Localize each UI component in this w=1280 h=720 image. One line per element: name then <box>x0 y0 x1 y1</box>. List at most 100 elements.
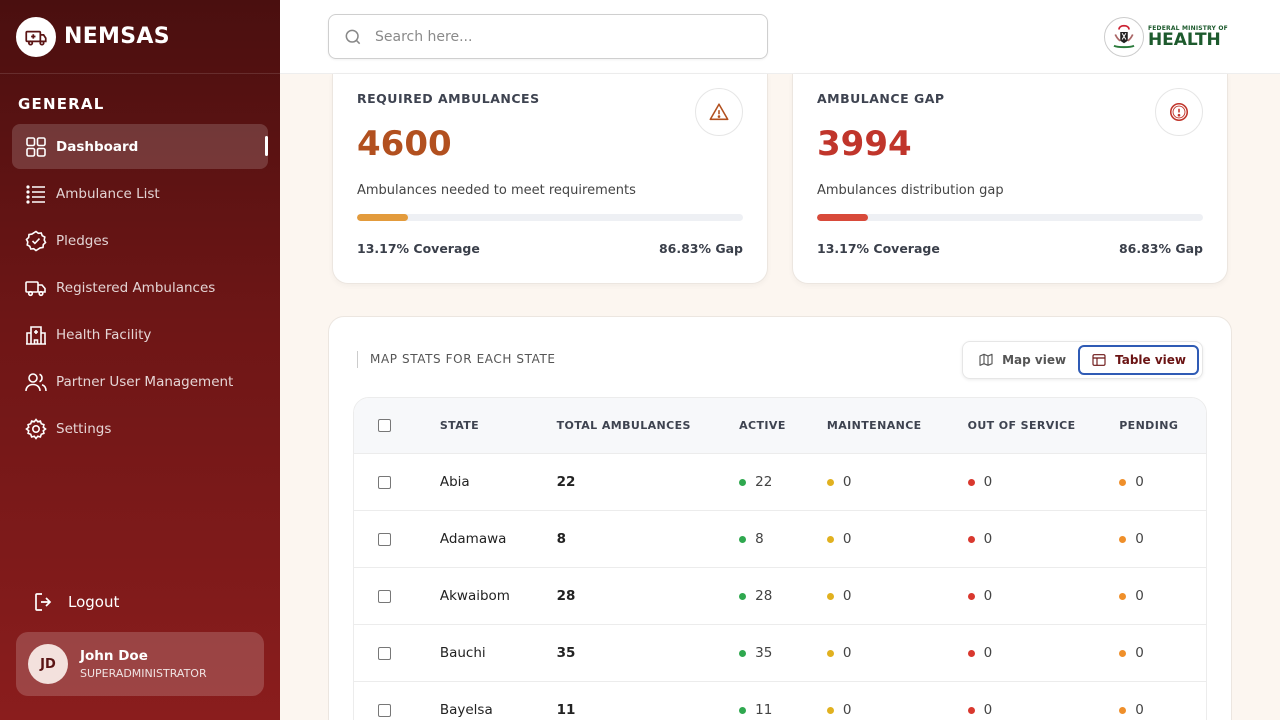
row-checkbox[interactable] <box>378 589 391 603</box>
cell-active: 11 <box>739 702 827 718</box>
state-stats-panel: MAP STATS FOR EACH STATE Map view Table … <box>328 316 1232 720</box>
table-row[interactable]: Bauchi 35 35 0 0 0 <box>354 625 1206 682</box>
column-header-out-of-service[interactable]: OUT OF SERVICE <box>968 419 1120 432</box>
user-role: SUPERADMINISTRATOR <box>80 667 207 680</box>
table-view-button[interactable]: Table view <box>1078 345 1199 375</box>
cell-maintenance: 0 <box>826 645 968 661</box>
sidebar-item-ambulance-list[interactable]: Ambulance List <box>12 171 268 216</box>
state-stats-table: STATE TOTAL AMBULANCES ACTIVE MAINTENANC… <box>353 397 1207 720</box>
sidebar-item-dashboard[interactable]: Dashboard <box>12 124 268 169</box>
cell-active: 8 <box>739 531 827 547</box>
table-icon <box>1092 354 1106 366</box>
status-dot-pending <box>1119 535 1127 543</box>
ministry-name: HEALTH <box>1147 29 1221 50</box>
cell-out-of-service-value: 0 <box>983 588 993 604</box>
grid-icon <box>26 136 46 157</box>
warning-triangle-icon <box>695 88 743 136</box>
status-dot-active <box>739 706 747 714</box>
row-checkbox[interactable] <box>378 646 391 660</box>
cell-pending: 0 <box>1119 474 1206 490</box>
sidebar: NEMSAS GENERAL Dashboard Ambulance List … <box>0 0 280 720</box>
logout-icon <box>35 593 52 611</box>
cell-maintenance: 0 <box>826 474 968 490</box>
sidebar-item-registered-ambulances[interactable]: Registered Ambulances <box>12 265 268 310</box>
search-icon <box>345 29 361 44</box>
alert-circle-icon <box>1155 88 1203 136</box>
brand-name: NEMSAS <box>64 24 170 49</box>
logout-button[interactable]: Logout <box>32 590 119 614</box>
status-dot-pending <box>1119 478 1127 486</box>
cell-maintenance-value: 0 <box>842 474 852 490</box>
sidebar-item-pledges[interactable]: Pledges <box>12 218 268 263</box>
card-value: 4600 <box>357 124 452 164</box>
column-header-active[interactable]: ACTIVE <box>739 419 827 432</box>
cell-maintenance: 0 <box>826 531 968 547</box>
cell-maintenance-value: 0 <box>842 645 852 661</box>
user-name: John Doe <box>80 648 148 664</box>
cell-total: 8 <box>556 531 566 547</box>
select-all-checkbox[interactable] <box>378 419 391 432</box>
search-input[interactable] <box>375 28 755 45</box>
cell-pending-value: 0 <box>1135 645 1144 661</box>
cell-state: Adamawa <box>439 531 507 547</box>
row-checkbox[interactable] <box>378 475 391 489</box>
user-card[interactable]: JD John Doe SUPERADMINISTRATOR <box>16 632 264 696</box>
map-view-button[interactable]: Map view <box>966 345 1078 375</box>
status-dot-active <box>739 478 747 486</box>
cell-out-of-service: 0 <box>967 588 1120 604</box>
cell-active: 28 <box>739 588 827 604</box>
table-row[interactable]: Akwaibom 28 28 0 0 0 <box>354 568 1206 625</box>
gear-icon <box>25 417 47 440</box>
cell-out-of-service-value: 0 <box>983 702 993 718</box>
cell-total: 35 <box>556 645 576 661</box>
status-dot-pending <box>1119 706 1127 714</box>
cell-state: Bayelsa <box>439 702 493 718</box>
column-header-total[interactable]: TOTAL AMBULANCES <box>557 419 740 432</box>
coverage-text: 13.17% Coverage <box>817 241 940 256</box>
cell-out-of-service-value: 0 <box>983 645 993 661</box>
sidebar-nav: Dashboard Ambulance List Pledges Registe… <box>12 124 268 453</box>
sidebar-item-label: Health Facility <box>56 326 152 343</box>
column-header-maintenance[interactable]: MAINTENANCE <box>827 419 968 432</box>
search-bar[interactable] <box>328 14 768 59</box>
cell-maintenance-value: 0 <box>842 702 852 718</box>
sidebar-item-partner-user-management[interactable]: Partner User Management <box>12 359 268 404</box>
row-checkbox[interactable] <box>378 532 391 546</box>
cell-active-value: 35 <box>755 645 773 661</box>
status-dot-pending <box>1119 649 1127 657</box>
status-dot-maintenance <box>826 478 834 486</box>
coverage-text: 13.17% Coverage <box>357 241 480 256</box>
card-label: AMBULANCE GAP <box>817 91 945 106</box>
status-dot-maintenance <box>826 706 834 714</box>
cell-pending-value: 0 <box>1135 588 1144 604</box>
ambulance-gap-card: AMBULANCE GAP 3994 Ambulances distributi… <box>792 74 1228 284</box>
cell-out-of-service: 0 <box>967 645 1120 661</box>
table-row[interactable]: Bayelsa 11 11 0 0 0 <box>354 682 1206 720</box>
coat-of-arms-icon <box>1103 17 1144 57</box>
sidebar-item-label: Dashboard <box>56 138 139 155</box>
cell-active: 35 <box>739 645 827 661</box>
row-checkbox[interactable] <box>378 703 391 717</box>
cell-maintenance: 0 <box>826 588 968 604</box>
cell-active: 22 <box>739 474 827 490</box>
table-row[interactable]: Abia 22 22 0 0 0 <box>354 454 1206 511</box>
status-dot-out-of-service <box>967 592 975 600</box>
status-dot-out-of-service <box>967 478 975 486</box>
panel-title: MAP STATS FOR EACH STATE <box>357 351 556 368</box>
table-row[interactable]: Adamawa 8 8 0 0 0 <box>354 511 1206 568</box>
coverage-progress-bar <box>357 214 743 221</box>
sidebar-item-label: Registered Ambulances <box>56 279 216 296</box>
cell-total: 22 <box>556 474 576 490</box>
table-body: Abia 22 22 0 0 0 Adamawa 8 8 0 0 0 Akwaibom 28 28 0 0 0 Ba… <box>354 454 1206 720</box>
card-description: Ambulances distribution gap <box>817 183 1004 198</box>
table-header-row: STATE TOTAL AMBULANCES ACTIVE MAINTENANC… <box>354 398 1206 454</box>
column-header-state[interactable]: STATE <box>440 419 557 432</box>
cell-active-value: 11 <box>755 702 773 718</box>
column-header-pending[interactable]: PENDING <box>1119 419 1206 432</box>
cell-state: Akwaibom <box>439 588 510 604</box>
sidebar-item-settings[interactable]: Settings <box>12 406 268 451</box>
sidebar-item-health-facility[interactable]: Health Facility <box>12 312 268 357</box>
cell-maintenance-value: 0 <box>842 531 852 547</box>
brand[interactable]: NEMSAS <box>0 0 280 74</box>
coverage-progress-bar <box>817 214 1203 221</box>
